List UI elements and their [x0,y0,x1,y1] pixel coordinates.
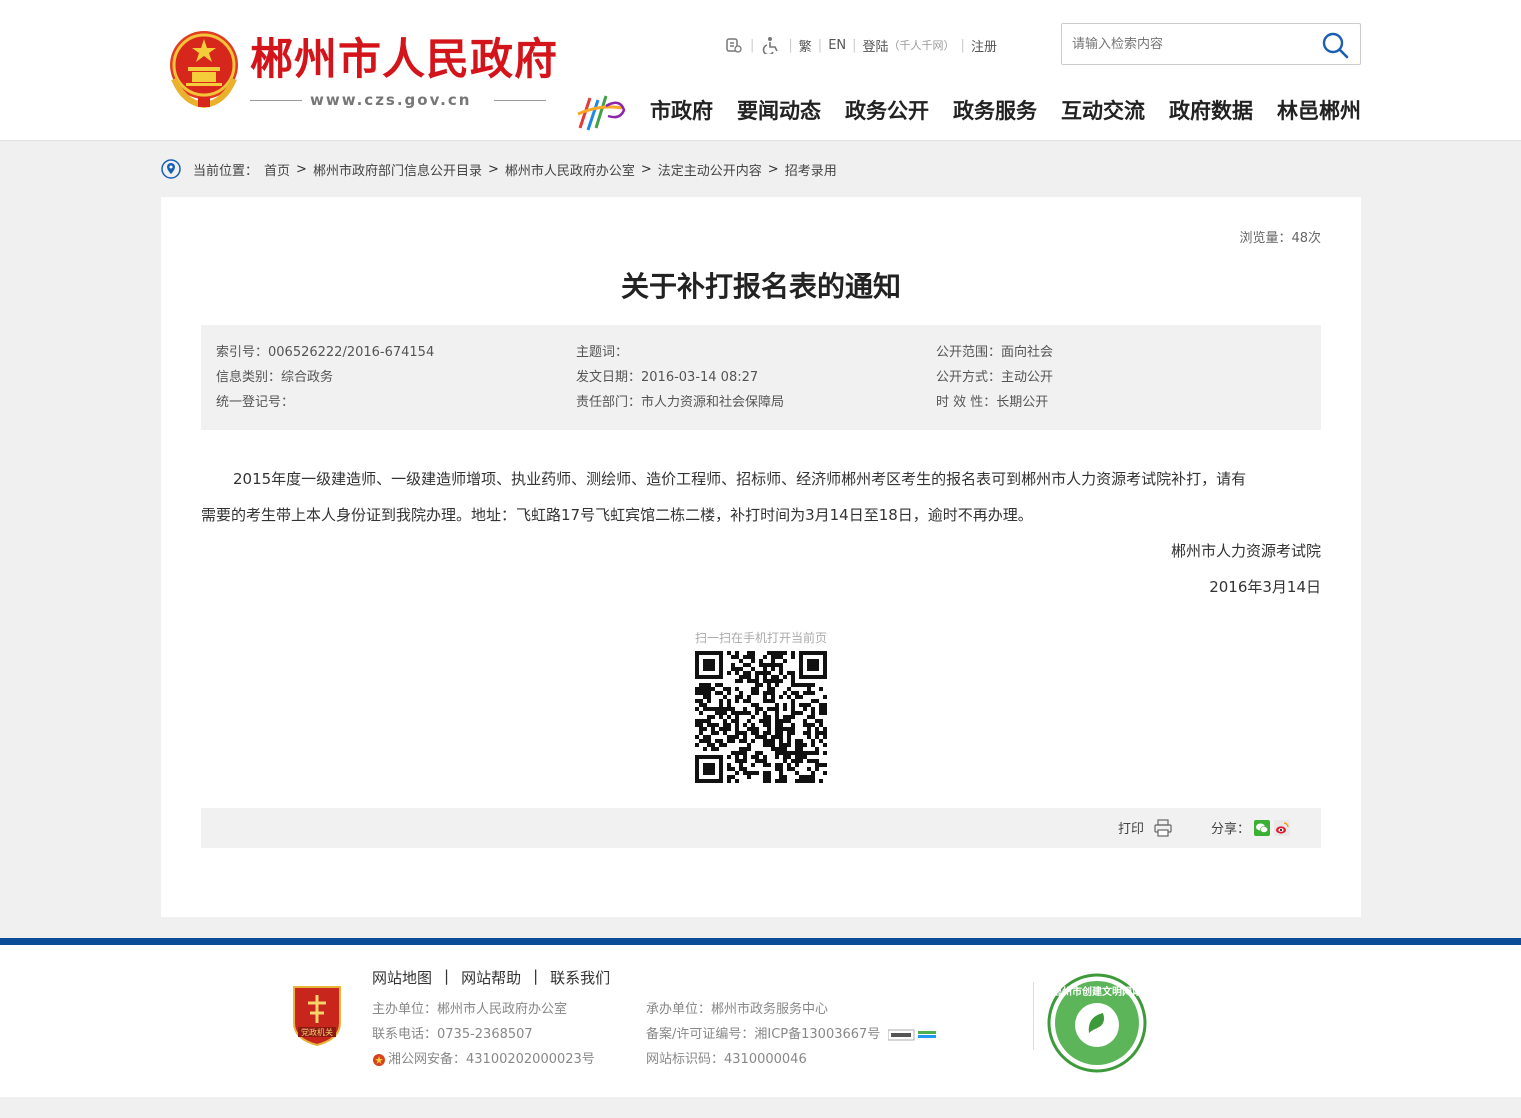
meta-category: 信息类别：综合政务 [216,370,334,385]
footer-icp[interactable]: 备案/许可证编号：湘ICP备13003667号 [646,1022,937,1047]
breadcrumb-separator: > [640,161,652,177]
breadcrumb-separator: > [296,161,307,177]
footer-info-left: 主办单位：郴州市人民政府办公室 联系电话：0735-2368507 湘公网安备：… [372,997,595,1072]
wechat-icon[interactable] [1254,819,1271,836]
footer-accent-bar [0,938,1521,945]
civ-badge-text: 郴州市创建文明网站 [1052,985,1142,998]
cnnic-icon [888,1029,937,1040]
separator: | [533,967,539,985]
separator: | [788,37,793,53]
footer-host: 主办单位：郴州市人民政府办公室 [372,1002,568,1017]
footer-info-right: 承办单位：郴州市政务服务中心 备案/许可证编号：湘ICP备13003667号 网… [646,997,937,1072]
breadcrumb: 当前位置： 首页 > 郴州市政府部门信息公开目录 > 郴州市人民政府办公室 > … [161,158,837,180]
footer-organizer: 承办单位：郴州市政务服务中心 [646,1002,829,1017]
divider [250,100,302,101]
share-bar: 打印 分享： [201,808,1321,848]
footer-links: 网站地图 | 网站帮助 | 联系我们 [372,967,610,988]
location-pin-icon [161,159,181,179]
separator: | [444,967,450,985]
breadcrumb-label: 当前位置： [193,163,259,179]
article-title: 关于补打报名表的通知 [620,270,901,303]
nav-item-gov-affairs-disclosure[interactable]: 政务公开 [845,96,929,126]
article-signature: 郴州市人力资源考试院 [1170,542,1321,560]
breadcrumb-separator: > [487,161,499,177]
party-gov-badge[interactable]: 党政机关 [290,983,344,1047]
site-name[interactable]: 郴州市人民政府 [250,34,558,86]
article-body-line: 需要的考生带上本人身份证到我院办理。地址：飞虹路17号飞虹宾馆二栋二楼，补打时间… [201,506,1033,524]
meta-dept: 责任部门：市人力资源和社会保障局 [576,395,785,410]
footer-phone: 联系电话：0735-2368507 [372,1027,533,1042]
accessibility-icon[interactable] [760,34,782,56]
view-count: 浏览量：48次 [1239,231,1321,246]
breadcrumb-home[interactable]: 首页 [264,160,290,179]
separator: | [817,37,823,53]
english-link[interactable]: EN [828,38,846,53]
meta-date: 发文日期：2016-03-14 08:27 [576,370,759,385]
search-box [1061,23,1361,65]
article-sign-date: 2016年3月14日 [1209,578,1321,596]
separator: | [750,37,755,53]
print-label: 打印 [1118,822,1145,837]
emblem-icon[interactable] [164,27,244,109]
meta-reg-no: 统一登记号： [216,395,295,410]
nav-item-news[interactable]: 要闻动态 [737,96,821,126]
nav-item-city-government[interactable]: 市政府 [650,96,713,126]
weibo-icon[interactable] [1274,819,1291,836]
qr-caption: 扫一扫在手机打开当前页 [694,631,827,645]
article-body-line: 2015年度一级建造师、一级建造师增项、执业药师、测绘师、造价工程师、招标师、经… [233,470,1247,488]
login-link[interactable]: 登陆 [863,36,889,55]
footer-bottom-strip [0,1097,1521,1118]
nav-item-gov-data[interactable]: 政府数据 [1169,96,1253,126]
footer-site-id: 网站标识码：4310000046 [646,1052,807,1067]
meta-validity: 时 效 性：长期公开 [936,395,1049,410]
nav-item-interaction[interactable]: 互动交流 [1061,96,1145,126]
divider [494,100,546,101]
separator: | [852,37,857,53]
breadcrumb-gov-office[interactable]: 郴州市人民政府办公室 [505,160,635,179]
police-icon [373,1053,385,1066]
meta-topic: 主题词： [576,345,629,360]
breadcrumb-recruitment[interactable]: 招考录用 [785,160,837,179]
meta-index-no: 索引号：006526222/2016-674154 [216,345,435,360]
breadcrumb-dept-catalog[interactable]: 郴州市政府部门信息公开目录 [313,160,482,179]
qr-code [695,651,827,783]
footer-police-record[interactable]: 湘公网安备：43100202000023号 [372,1047,595,1072]
footer-link-help[interactable]: 网站帮助 [461,967,521,988]
search-input[interactable] [1072,32,1312,56]
article-meta: 索引号：006526222/2016-674154 主题词： 公开范围：面向社会… [201,325,1321,430]
main-nav: 市政府 要闻动态 政务公开 政务服务 互动交流 政府数据 林邑郴州 [650,96,1361,126]
nav-item-gov-services[interactable]: 政务服务 [953,96,1037,126]
nav-item-linyi-chenzhou[interactable]: 林邑郴州 [1277,96,1361,126]
separator: | [960,37,965,53]
meta-method: 公开方式：主动公开 [936,370,1054,385]
login-note: （千人千网） [888,39,955,52]
civilized-site-badge[interactable]: 郴州市创建文明网站 [1047,973,1147,1073]
barrier-free-icon[interactable] [722,34,744,56]
site-footer: 党政机关 网站地图 | 网站帮助 | 联系我们 主办单位：郴州市人民政府办公室 … [0,945,1521,1097]
site-url-row: www.czs.gov.cn [250,90,546,110]
meta-scope: 公开范围：面向社会 [936,345,1054,360]
top-links: | | 繁 | EN | 登陆 （千人千网） | 注册 [722,34,997,56]
site-url: www.czs.gov.cn [310,91,472,109]
share-group: 分享： [1211,818,1291,837]
share-label: 分享： [1211,822,1251,837]
article-panel: 浏览量：48次 关于补打报名表的通知 索引号：006526222/2016-67… [161,197,1361,917]
footer-link-sitemap[interactable]: 网站地图 [372,967,432,988]
nav-logo-icon [577,95,626,131]
traditional-link[interactable]: 繁 [799,36,812,55]
footer-link-contact[interactable]: 联系我们 [550,967,610,988]
breadcrumb-statutory-content[interactable]: 法定主动公开内容 [658,160,762,179]
party-badge-text: 党政机关 [301,1027,333,1037]
footer-divider [1033,982,1034,1050]
print-button[interactable]: 打印 [1118,818,1172,837]
site-header: 郴州市人民政府 www.czs.gov.cn | | 繁 | EN | 登陆 （… [0,0,1521,141]
register-link[interactable]: 注册 [971,36,997,55]
search-icon[interactable] [1320,30,1350,60]
print-icon [1154,818,1172,837]
breadcrumb-separator: > [767,161,779,177]
article-content: 2015年度一级建造师、一级建造师增项、执业药师、测绘师、造价工程师、招标师、经… [201,461,1321,605]
